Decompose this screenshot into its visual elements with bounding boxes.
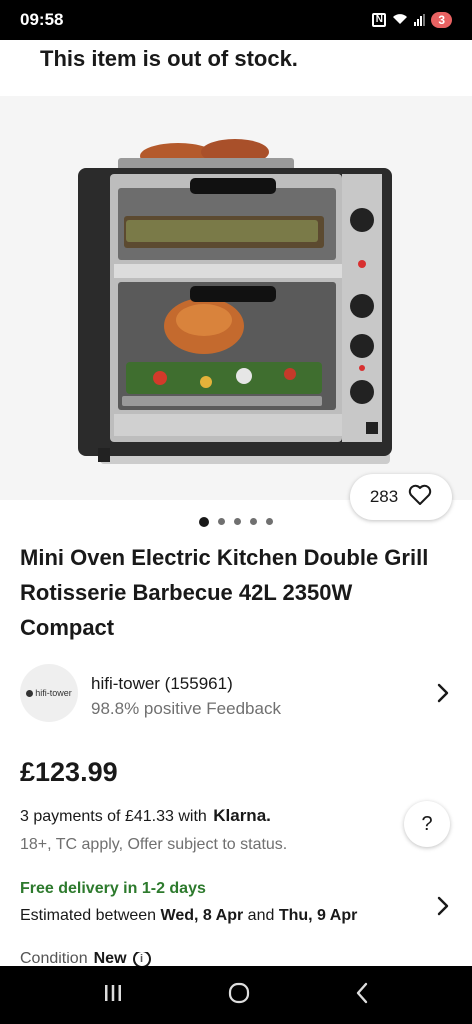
seller-logo-mark	[26, 689, 34, 697]
watchlist-button[interactable]: 283	[350, 474, 452, 520]
klarna-payments: 3 payments of £41.33 with Klarna.	[20, 806, 271, 826]
estimate-conjunction: and	[247, 907, 275, 924]
price: £123.99	[20, 757, 118, 787]
chevron-right-icon	[436, 682, 450, 709]
nfc-icon: N	[372, 13, 387, 27]
seller-logo: hifi-tower	[20, 664, 78, 722]
klarna-note: 18+, TC apply, Offer subject to status.	[20, 836, 288, 853]
carousel-dot[interactable]	[250, 518, 257, 525]
estimate-prefix: Estimated between	[20, 907, 157, 924]
status-time: 09:58	[20, 10, 64, 29]
carousel-dot[interactable]	[266, 518, 273, 525]
seller-feedback: 98.8% positive Feedback	[91, 699, 281, 718]
delivery-estimate: Estimated between Wed, 8 Apr and Thu, 9 …	[20, 907, 357, 925]
battery-indicator: 3	[431, 12, 452, 28]
info-icon[interactable]: i	[132, 952, 151, 966]
system-nav-bar	[0, 966, 472, 1024]
chevron-right-icon[interactable]	[436, 895, 450, 922]
carousel-dot[interactable]	[218, 518, 225, 525]
estimate-date-from: Wed, 8 Apr	[160, 907, 244, 924]
help-button[interactable]: ?	[404, 801, 450, 847]
condition-row: Condition New i	[20, 952, 151, 966]
condition-value: New	[93, 952, 127, 966]
heart-icon	[408, 484, 432, 511]
back-icon[interactable]	[354, 981, 370, 1010]
oven-image	[78, 139, 392, 464]
carousel-dot[interactable]	[234, 518, 241, 525]
watchers-count: 283	[369, 487, 399, 506]
estimate-date-to: Thu, 9 Apr	[278, 907, 358, 924]
question-icon: ?	[421, 812, 433, 835]
out-of-stock-banner: This item is out of stock.	[0, 40, 472, 96]
status-icons: N 3	[372, 12, 452, 28]
signal-icon	[414, 14, 426, 26]
product-image-gallery[interactable]	[0, 96, 472, 500]
wifi-icon	[392, 13, 408, 28]
out-of-stock-text: This item is out of stock.	[40, 46, 298, 71]
klarna-brand: Klarna.	[213, 806, 271, 825]
seller-name: hifi-tower (155961)	[91, 674, 233, 693]
seller-logo-text: hifi-tower	[35, 688, 72, 698]
carousel-indicator	[0, 517, 472, 527]
product-title: Mini Oven Electric Kitchen Double Grill …	[20, 545, 429, 640]
recent-apps-icon[interactable]	[102, 983, 124, 1008]
delivery-headline: Free delivery in 1-2 days	[20, 880, 206, 897]
status-bar: 09:58 N 3	[0, 0, 472, 40]
home-icon[interactable]	[227, 981, 251, 1010]
condition-label: Condition	[20, 952, 88, 966]
klarna-text: 3 payments of £41.33 with	[20, 808, 207, 825]
seller-row[interactable]: hifi-tower hifi-tower (155961) 98.8% pos…	[0, 664, 472, 724]
carousel-dot[interactable]	[199, 517, 209, 527]
